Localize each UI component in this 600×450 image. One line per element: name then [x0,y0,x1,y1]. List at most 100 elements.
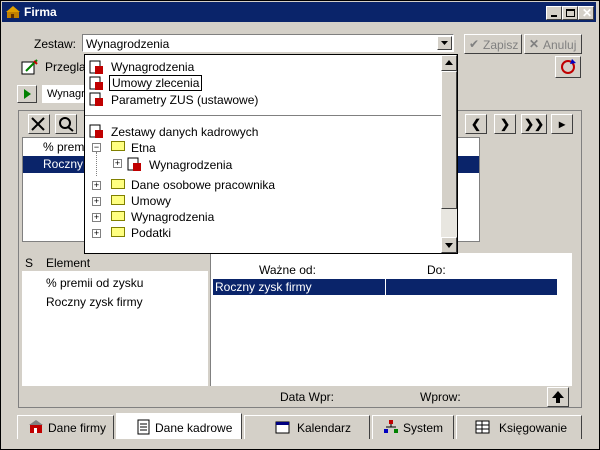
folder-icon [111,179,125,189]
tree-node-wynagrodzenia[interactable]: Wynagrodzenia [149,158,232,172]
triangle-right-icon: ▸ [558,117,566,131]
play-button[interactable] [17,85,37,103]
chevron-left-icon: ❮ [470,117,482,131]
tree-node-wynagrodzenia-2[interactable]: Wynagrodzenia [131,210,214,224]
maximize-button[interactable] [562,6,578,20]
expand-icon[interactable]: + [92,197,101,206]
collapse-icon[interactable]: − [92,143,101,152]
dropdown-item-wynagrodzenia[interactable]: Wynagrodzenia [111,60,194,74]
dates-table[interactable]: Ważne od: Do: Roczny zysk firmy [210,253,572,386]
calendar-icon [275,421,290,434]
arrow-up-icon [445,60,453,65]
refresh-button[interactable] [555,56,581,78]
edit-pencil-icon[interactable] [20,58,40,76]
dataset-icon [89,92,103,106]
dropdown-separator [85,115,441,116]
dataset-icon [127,157,141,171]
tab-dane-firmy[interactable]: Dane firmy [17,415,114,439]
arrow-up-icon [552,391,564,403]
tab-kalendarz[interactable]: Kalendarz [244,415,370,439]
play-icon [24,89,31,99]
element-list-header: S Element [22,253,208,271]
tab-label: System [403,421,444,435]
scroll-up-button[interactable] [441,55,457,71]
data-wpr-label: Data Wpr: [280,390,335,404]
tab-system[interactable]: System [372,415,454,439]
chevron-right-icon: ❯ [499,117,511,131]
folder-icon [111,211,125,221]
tree-node-umowy[interactable]: Umowy [131,194,171,208]
dropdown-item-umowy-zlecenia[interactable]: Umowy zlecenia [109,75,203,91]
row-name: Roczny zysk firmy [215,280,312,294]
nav-next-button[interactable]: ❯ [494,114,516,134]
tab-label: Dane kadrowe [155,421,233,435]
tree-node-etna[interactable]: Etna [131,141,156,155]
tab-dane-kadrowe[interactable]: Dane kadrowe [116,413,242,439]
tree-node-podatki[interactable]: Podatki [131,226,171,240]
double-chevron-right-icon: ❯❯ [523,117,545,131]
building-icon [29,420,43,433]
dataset-icon [89,76,103,90]
group-icon [89,124,103,138]
tree-line [96,152,98,176]
minimize-button[interactable] [546,6,562,20]
column-do: Do: [427,263,446,277]
dropdown-item-parametry-zus[interactable]: Parametry ZUS (ustawowe) [111,93,258,107]
zestaw-value: Wynagrodzenia [86,37,170,51]
document-icon [137,419,150,435]
tools-button[interactable] [28,114,50,134]
column-s: S [25,256,34,270]
tab-label: Księgowanie [499,421,568,435]
cancel-label: Anuluj [543,38,577,52]
x-icon: ✕ [529,37,540,51]
folder-open-icon [111,141,125,151]
zestaw-dropdown-list[interactable]: Wynagrodzenia Umowy zlecenia Parametry Z… [84,54,458,254]
tab-label: Kalendarz [297,421,352,435]
dropdown-scrollbar[interactable] [441,55,457,253]
combo-dropdown-button[interactable] [437,36,452,50]
expand-icon[interactable]: + [92,229,101,238]
element-list[interactable]: S Element % premii od zysku Roczny zysk … [22,253,208,386]
search-button[interactable] [55,114,77,134]
window-title: Firma [24,5,57,19]
folder-icon [111,195,125,205]
tab-wynagrodzenia[interactable]: Wynagro [42,85,91,103]
upload-button[interactable] [547,387,569,407]
nav-last-button[interactable]: ❯❯ [521,114,547,134]
cancel-button[interactable]: ✕ Anuluj [524,34,582,54]
zestaw-combobox[interactable]: Wynagrodzenia [82,34,454,52]
nav-end-button[interactable]: ▸ [551,114,573,134]
dataset-icon [89,60,103,74]
column-wazne-od: Ważne od: [259,263,316,277]
scroll-thumb[interactable] [441,71,457,209]
title-bar[interactable]: Firma ✕ [2,2,596,22]
przegla-label: Przegla [45,60,86,74]
tree-icon [384,420,398,433]
expand-icon[interactable]: + [92,213,101,222]
list-item[interactable]: % premii od zysku [46,276,143,290]
close-icon: ✕ [582,6,593,20]
expand-icon[interactable]: + [92,181,101,190]
wprow-label: Wprow: [420,390,461,404]
scroll-down-button[interactable] [441,237,457,253]
list-item-label: % premii [43,140,90,154]
list-item[interactable]: Roczny zysk firmy [46,295,143,309]
save-button[interactable]: ✔ Zapisz [464,34,522,54]
save-label: Zapisz [483,38,519,52]
zestaw-label: Zestaw: [34,37,77,51]
refresh-icon [561,59,576,74]
tab-ksiegowanie[interactable]: Księgowanie [456,415,582,439]
column-element: Element [46,256,91,270]
folder-icon [111,227,125,237]
expand-icon[interactable]: + [113,159,122,168]
nav-prev-button[interactable]: ❮ [465,114,487,134]
search-icon [59,117,74,132]
check-icon: ✔ [469,37,480,51]
ledger-icon [475,420,490,434]
close-button[interactable]: ✕ [578,6,594,20]
table-row[interactable]: Roczny zysk firmy [213,279,557,295]
arrow-down-icon [445,243,453,248]
cell-divider [385,279,386,295]
tree-node-dane-osobowe[interactable]: Dane osobowe pracownika [131,178,275,192]
chevron-down-icon [441,41,448,45]
